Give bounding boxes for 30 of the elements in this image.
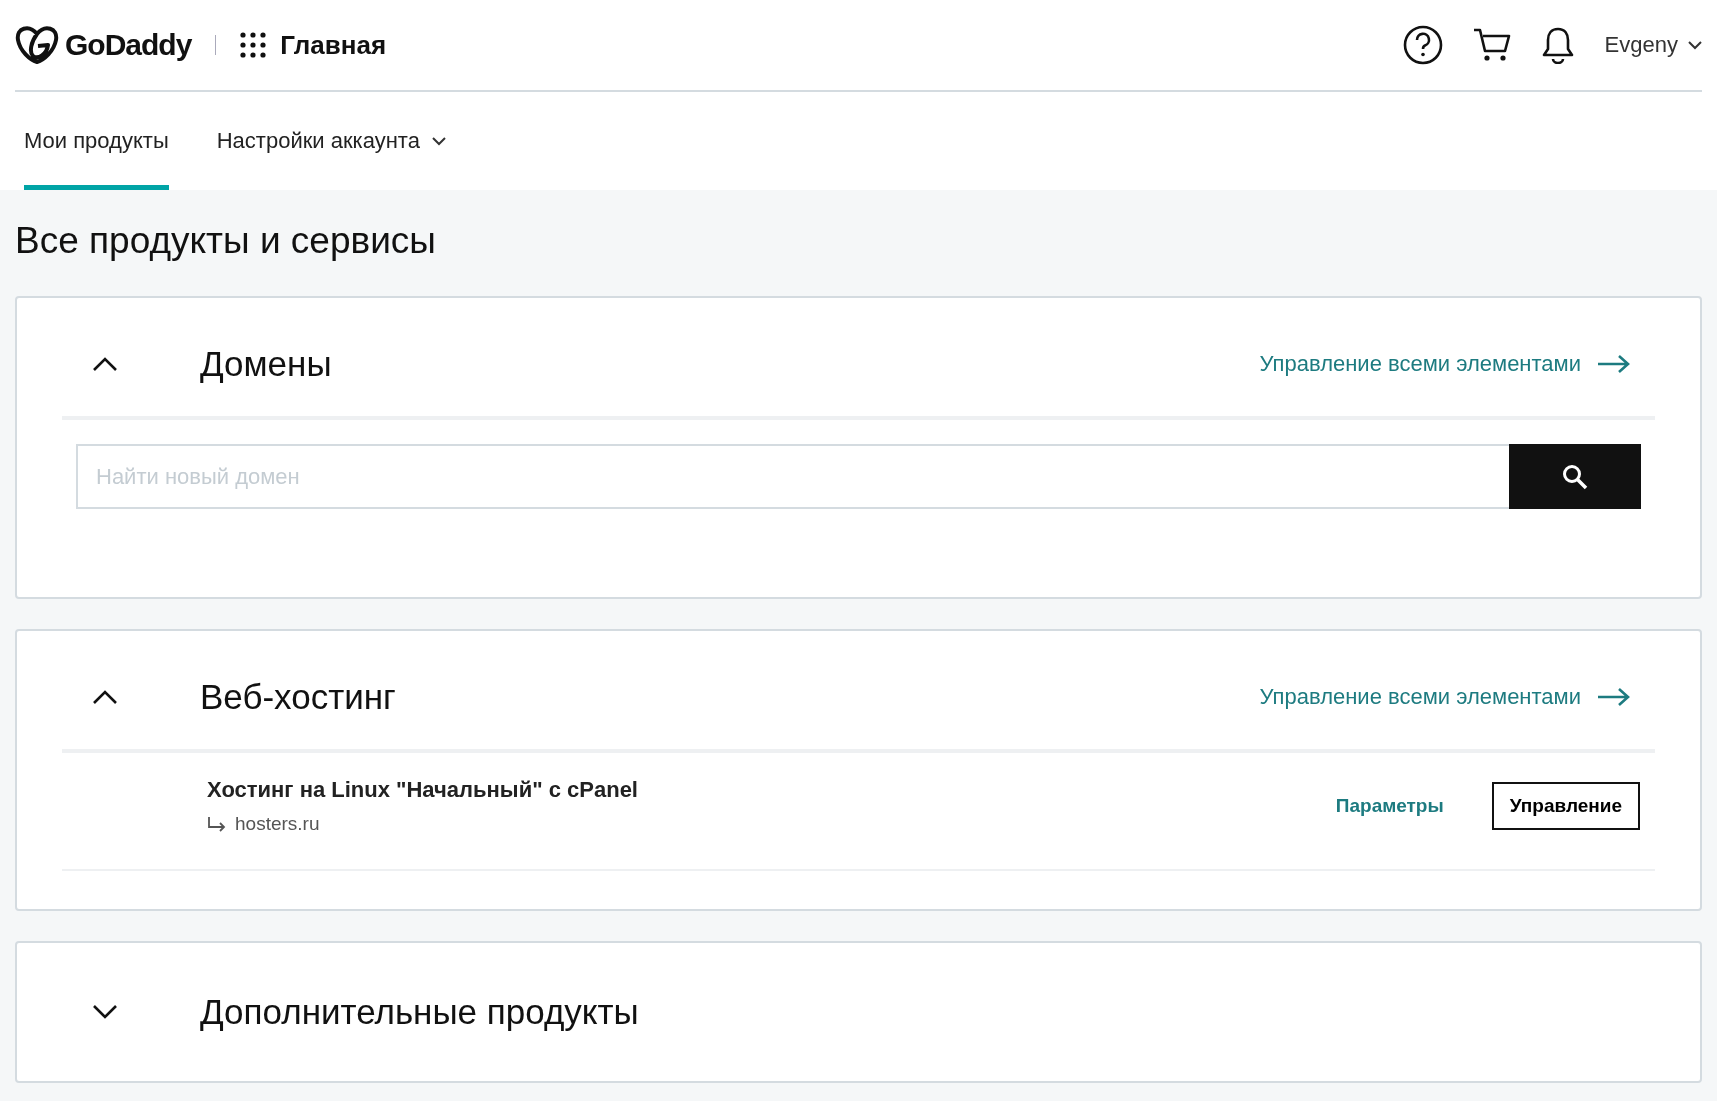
app-grid-icon[interactable] [240, 32, 267, 58]
logo-icon [15, 26, 59, 64]
chevron-down-icon [92, 1004, 118, 1020]
page-title: Все продукты и сервисы [15, 220, 437, 262]
settings-link[interactable]: Параметры [1335, 795, 1444, 817]
product-domain: hosters.ru [235, 813, 320, 835]
section-title: Веб-хостинг [199, 677, 397, 717]
manage-button[interactable]: Управление [1491, 782, 1640, 830]
user-menu[interactable]: Evgeny [1604, 32, 1702, 58]
cart-icon[interactable] [1472, 27, 1511, 63]
search-icon [1562, 463, 1588, 490]
section-title: Домены [199, 344, 333, 384]
nav-tab[interactable]: Мои продукты [24, 92, 169, 190]
chevron-up-icon [92, 356, 118, 372]
manage-all-link[interactable]: Управление всеми элементами [1259, 351, 1631, 377]
caret-icon [1688, 40, 1702, 50]
product-name: Хостинг на Linux "Начальный" с cPanel [207, 777, 639, 803]
logo-text[interactable]: GoDaddy [65, 28, 192, 62]
return-arrow-icon [207, 816, 227, 832]
manage-all-link[interactable]: Управление всеми элементами [1259, 684, 1631, 710]
nav-title[interactable]: Главная [280, 29, 387, 61]
bell-icon[interactable] [1540, 26, 1575, 64]
arrow-right-icon [1597, 354, 1631, 374]
nav-tab[interactable]: Настройки аккаунта [216, 92, 446, 190]
search-button[interactable] [1509, 444, 1641, 509]
help-icon[interactable] [1402, 25, 1443, 65]
domain-search-field[interactable]: Найти новый домен [76, 444, 1509, 509]
section-title: Дополнительные продукты [199, 992, 640, 1032]
arrow-right-icon [1597, 687, 1631, 707]
chevron-up-icon [92, 689, 118, 705]
